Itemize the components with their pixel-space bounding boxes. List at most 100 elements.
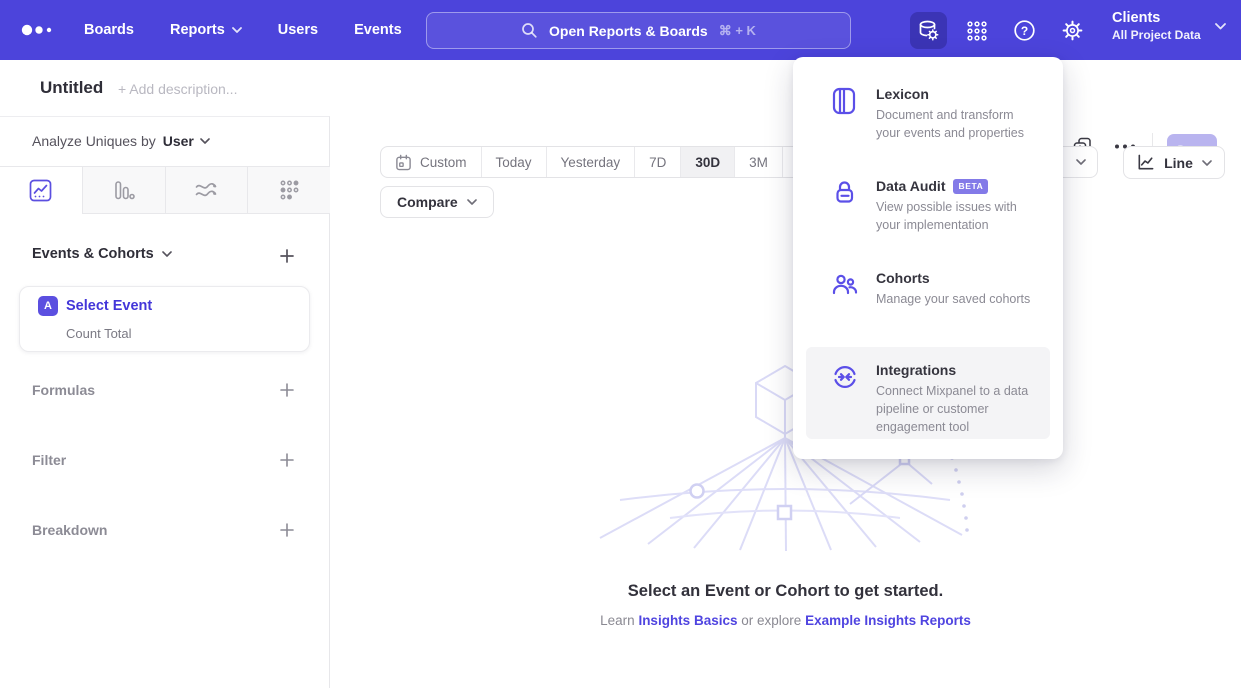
- range-label: 30D: [695, 155, 720, 170]
- mixpanel-logo[interactable]: [20, 20, 60, 40]
- data-management-button[interactable]: [910, 12, 947, 49]
- tab-flow-chart[interactable]: [165, 167, 248, 214]
- settings-button[interactable]: [1054, 12, 1091, 49]
- chevron-down-icon: [1202, 160, 1212, 166]
- menu-item-title: Lexicon: [876, 86, 929, 102]
- primary-nav: Boards Reports Users Events: [84, 0, 402, 60]
- add-formula-button[interactable]: [277, 380, 297, 400]
- nav-label: Events: [354, 22, 402, 38]
- analyze-by-dropdown[interactable]: User: [163, 133, 210, 149]
- tab-line-chart[interactable]: [0, 167, 82, 214]
- add-event-button[interactable]: [277, 246, 297, 266]
- chevron-down-icon: [1215, 23, 1226, 30]
- compare-label: Compare: [397, 194, 458, 210]
- global-search-bar[interactable]: Open Reports & Boards ⌘ + K: [426, 12, 851, 49]
- menu-item-lexicon[interactable]: Lexicon Document and transform your even…: [806, 71, 1050, 163]
- question-circle-icon: ?: [1013, 19, 1036, 42]
- event-series-badge: A: [38, 296, 58, 316]
- range-today[interactable]: Today: [482, 147, 547, 177]
- menu-item-text: Cohorts Manage your saved cohorts: [876, 270, 1030, 347]
- range-3m[interactable]: 3M: [735, 147, 783, 177]
- chart-type-dropdown[interactable]: Line: [1123, 146, 1225, 179]
- menu-item-text: Lexicon Document and transform your even…: [876, 86, 1039, 163]
- menu-item-text: Integrations Connect Mixpanel to a data …: [876, 362, 1039, 439]
- compare-button[interactable]: Compare: [380, 186, 494, 218]
- menu-item-description: Manage your saved cohorts: [876, 290, 1030, 308]
- apps-grid-button[interactable]: [958, 12, 995, 49]
- query-builder-sidebar: Analyze Uniques by User: [0, 116, 330, 688]
- add-breakdown-button[interactable]: [277, 520, 297, 540]
- insights-basics-link[interactable]: Insights Basics: [638, 613, 737, 628]
- chart-type-tabs: [0, 166, 330, 214]
- data-audit-lock-icon: [830, 178, 860, 255]
- menu-item-description: View possible issues with your implement…: [876, 198, 1039, 234]
- add-description-field[interactable]: + Add description...: [118, 81, 237, 97]
- add-filter-button[interactable]: [277, 450, 297, 470]
- empty-state-subtext: Learn Insights Basics or explore Example…: [330, 613, 1241, 628]
- metric-grid-tab-icon: [278, 179, 300, 201]
- gear-icon: [1061, 19, 1084, 42]
- help-button[interactable]: ?: [1006, 12, 1043, 49]
- chevron-down-icon: [1076, 159, 1086, 165]
- nav-item-events[interactable]: Events: [354, 22, 402, 38]
- menu-item-description: Connect Mixpanel to a data pipeline or c…: [876, 382, 1039, 436]
- range-yesterday[interactable]: Yesterday: [547, 147, 636, 177]
- menu-item-cohorts[interactable]: Cohorts Manage your saved cohorts: [806, 255, 1050, 347]
- calendar-icon: [395, 154, 412, 171]
- range-label: Today: [496, 155, 532, 170]
- data-management-menu: Lexicon Document and transform your even…: [793, 57, 1063, 459]
- org-name: Clients: [1112, 10, 1201, 26]
- menu-item-data-audit[interactable]: Data Audit BETA View possible issues wit…: [806, 163, 1050, 255]
- line-chart-tab-icon: [29, 179, 52, 202]
- plus-icon: [279, 248, 295, 264]
- empty-state-heading: Select an Event or Cohort to get started…: [330, 582, 1241, 601]
- range-label: 7D: [649, 155, 666, 170]
- range-7d[interactable]: 7D: [635, 147, 681, 177]
- tab-bar-chart[interactable]: [82, 167, 165, 214]
- analyze-value: User: [163, 133, 194, 149]
- search-icon: [521, 22, 538, 39]
- menu-item-title: Cohorts: [876, 270, 930, 286]
- nav-item-reports[interactable]: Reports: [170, 22, 242, 38]
- example-reports-link[interactable]: Example Insights Reports: [805, 613, 971, 628]
- range-label: Yesterday: [561, 155, 621, 170]
- tab-metric-grid[interactable]: [247, 167, 330, 214]
- menu-item-integrations[interactable]: Integrations Connect Mixpanel to a data …: [806, 347, 1050, 439]
- lexicon-book-icon: [830, 86, 860, 163]
- nav-label: Boards: [84, 22, 134, 38]
- report-title[interactable]: Untitled: [40, 78, 103, 98]
- analyze-row: Analyze Uniques by User: [32, 133, 210, 149]
- events-cohorts-label: Events & Cohorts: [32, 246, 154, 262]
- range-30d-selected[interactable]: 30D: [681, 147, 735, 177]
- plus-icon: [279, 382, 295, 398]
- integrations-sync-icon: [830, 362, 860, 439]
- project-selector[interactable]: Clients All Project Data: [1112, 10, 1226, 42]
- chevron-down-icon: [200, 138, 210, 144]
- nav-item-boards[interactable]: Boards: [84, 22, 134, 38]
- range-custom[interactable]: Custom: [381, 147, 482, 177]
- range-label: 3M: [749, 155, 768, 170]
- chevron-down-icon: [162, 251, 172, 257]
- project-name: All Project Data: [1112, 28, 1201, 42]
- event-row-card[interactable]: A Select Event Count Total: [19, 286, 310, 352]
- chevron-down-icon: [467, 199, 477, 205]
- date-range-control: Custom Today Yesterday 7D 30D 3M 6M: [380, 146, 831, 178]
- event-metric-dropdown[interactable]: Count Total: [66, 326, 132, 341]
- nav-label: Reports: [170, 22, 225, 38]
- select-event-button[interactable]: Select Event: [66, 298, 152, 314]
- analyze-label: Analyze Uniques by: [32, 133, 156, 149]
- flow-chart-tab-icon: [194, 178, 218, 202]
- mixpanel-dots-icon: [20, 20, 60, 40]
- line-chart-icon: [1136, 153, 1155, 172]
- cohorts-people-icon: [830, 270, 860, 347]
- menu-item-text: Data Audit BETA View possible issues wit…: [876, 178, 1039, 255]
- search-shortcut-hint: ⌘ + K: [719, 23, 756, 39]
- events-cohorts-header[interactable]: Events & Cohorts: [32, 246, 172, 262]
- breakdown-section-label: Breakdown: [32, 522, 107, 538]
- chart-type-label: Line: [1164, 155, 1193, 171]
- svg-text:?: ?: [1021, 24, 1028, 38]
- range-label: Custom: [420, 155, 467, 170]
- nav-item-users[interactable]: Users: [278, 22, 318, 38]
- subtext-prefix: Learn: [600, 613, 635, 628]
- menu-item-title: Data Audit: [876, 178, 945, 194]
